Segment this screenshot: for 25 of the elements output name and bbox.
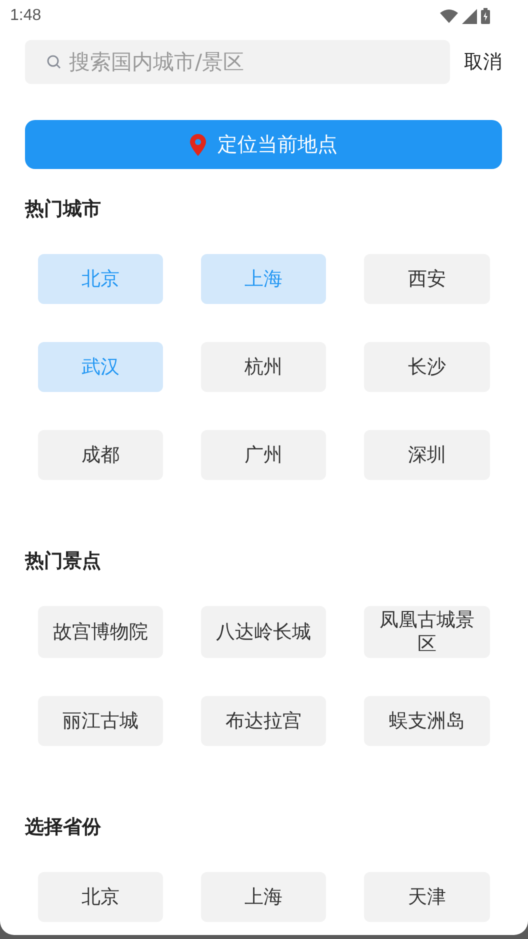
- location-chip[interactable]: 长沙: [364, 342, 490, 392]
- location-chip[interactable]: 北京: [38, 872, 163, 922]
- location-chip[interactable]: 成都: [38, 430, 163, 480]
- section-title: 热门景点: [24, 549, 102, 573]
- wifi-icon: [440, 9, 458, 23]
- signal-icon: [462, 8, 477, 24]
- location-pin-icon: [190, 134, 206, 156]
- status-time: 1:48: [10, 7, 42, 25]
- location-chip[interactable]: 凤凰古城景区: [364, 606, 490, 658]
- battery-icon: [481, 8, 490, 24]
- location-chip[interactable]: 杭州: [201, 342, 326, 392]
- location-chip[interactable]: 深圳: [364, 430, 490, 480]
- section-title: 热门城市: [24, 197, 102, 221]
- location-chip[interactable]: 上海: [201, 872, 326, 922]
- cancel-button[interactable]: 取消: [464, 49, 502, 75]
- location-chip[interactable]: 故宫博物院: [38, 606, 163, 658]
- location-chip[interactable]: 蜈支洲岛: [364, 696, 490, 746]
- search-field[interactable]: 搜索国内城市/景区: [25, 40, 450, 84]
- location-chip[interactable]: 西安: [364, 254, 490, 304]
- location-chip[interactable]: 广州: [201, 430, 326, 480]
- location-chip[interactable]: 布达拉宫: [201, 696, 326, 746]
- section-title: 选择省份: [24, 815, 102, 839]
- location-chip[interactable]: 八达岭长城: [201, 606, 326, 658]
- location-chip[interactable]: 丽江古城: [38, 696, 163, 746]
- location-chip[interactable]: 天津: [364, 872, 490, 922]
